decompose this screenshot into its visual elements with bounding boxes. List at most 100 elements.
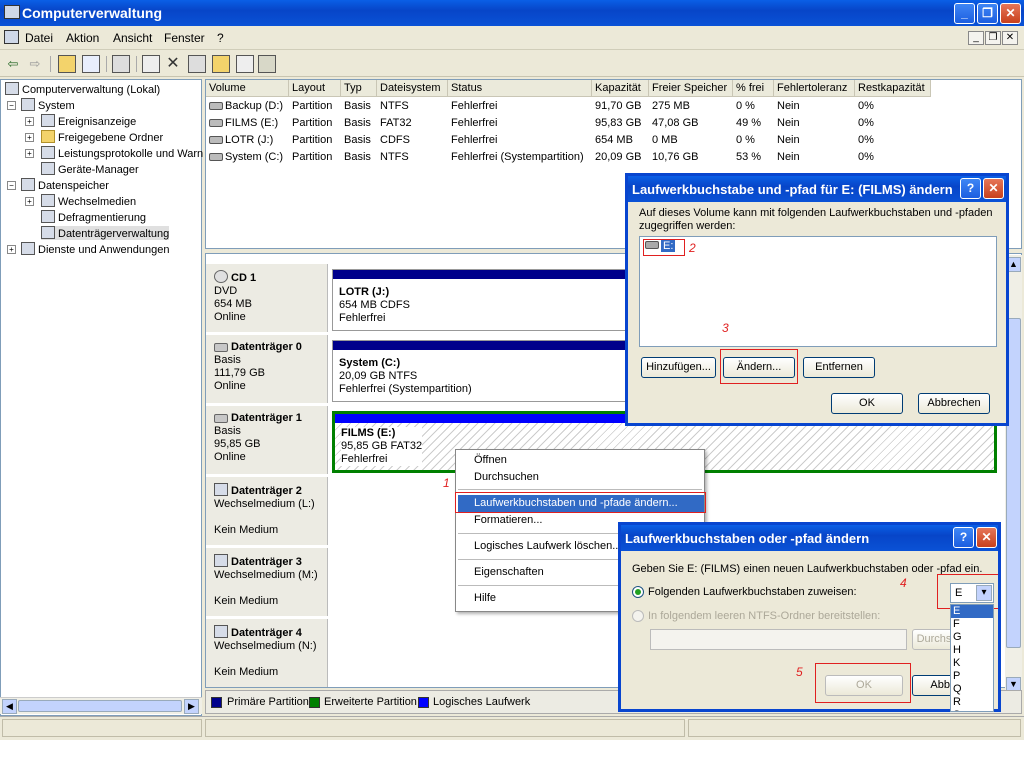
tree-item-wechselmedien[interactable]: Wechselmedien: [41, 194, 136, 208]
col-header[interactable]: Restkapazität: [855, 80, 931, 97]
menu-fenster[interactable]: Fenster: [164, 31, 205, 45]
help-icon[interactable]: ?: [960, 178, 981, 199]
volume-cell[interactable]: 91,70 GB: [592, 98, 649, 115]
volume-cell[interactable]: 20,09 GB: [592, 149, 649, 166]
col-header[interactable]: % frei: [733, 80, 774, 97]
mdi-close-button[interactable]: ✕: [1002, 31, 1018, 45]
drive-letter-option[interactable]: Q: [951, 683, 993, 696]
menu-item-durchsuchen[interactable]: Durchsuchen: [474, 471, 539, 483]
volume-cell[interactable]: 0 %: [733, 132, 774, 149]
radio-assign-letter[interactable]: [632, 586, 644, 598]
tree-root[interactable]: Computerverwaltung (Lokal): [5, 82, 160, 96]
volume-cell[interactable]: Fehlerfrei: [448, 98, 592, 115]
volume-cell[interactable]: 275 MB: [649, 98, 733, 115]
menu-item-eigenschaften[interactable]: Eigenschaften: [474, 566, 544, 578]
up-folder-icon[interactable]: [58, 55, 76, 73]
volume-cell[interactable]: 0%: [855, 98, 931, 115]
drive-letter-option[interactable]: P: [951, 670, 993, 683]
col-header[interactable]: Typ: [341, 80, 377, 97]
refresh-icon[interactable]: [142, 55, 160, 73]
close-icon[interactable]: ✕: [983, 178, 1004, 199]
properties-icon[interactable]: [112, 55, 130, 73]
menu-help[interactable]: ?: [217, 31, 224, 45]
volume-cell[interactable]: Nein: [774, 132, 855, 149]
restore-button[interactable]: ❐: [977, 3, 998, 24]
forward-icon[interactable]: ⇨: [26, 55, 44, 73]
tree-item-freigegebene-ordner[interactable]: Freigegebene Ordner: [41, 130, 163, 144]
menu-item-hilfe[interactable]: Hilfe: [474, 592, 496, 604]
tree-item-geraete-manager[interactable]: Geräte-Manager: [41, 162, 139, 176]
volume-cell[interactable]: Fehlerfrei: [448, 132, 592, 149]
volume-cell[interactable]: Partition: [289, 149, 341, 166]
expand-icon[interactable]: +: [25, 197, 34, 206]
scroll-right-icon[interactable]: ▶: [184, 699, 199, 714]
minimize-button[interactable]: _: [954, 3, 975, 24]
partition-system[interactable]: System (C:) 20,09 GB NTFS Fehlerfrei (Syst…: [332, 340, 632, 402]
drive-letter-list[interactable]: E: 2: [639, 236, 997, 347]
tree-item-leistungsprotokolle[interactable]: Leistungsprotokolle und Warn: [41, 146, 203, 160]
tree-horizontal-scrollbar[interactable]: ◀ ▶: [0, 697, 202, 714]
drive-letter-option[interactable]: H: [951, 644, 993, 657]
app-menu-icon[interactable]: [4, 30, 19, 44]
col-header[interactable]: Freier Speicher: [649, 80, 733, 97]
volume-cell[interactable]: CDFS: [377, 132, 448, 149]
drive-letter-option[interactable]: S: [951, 709, 993, 711]
help-icon[interactable]: ?: [953, 527, 974, 548]
volume-cell[interactable]: 53 %: [733, 149, 774, 166]
open-icon[interactable]: [212, 55, 230, 73]
volume-cell[interactable]: Fehlerfrei: [448, 115, 592, 132]
menu-aktion[interactable]: Aktion: [66, 31, 99, 45]
volume-cell[interactable]: Basis: [341, 98, 377, 115]
volume-cell[interactable]: Basis: [341, 115, 377, 132]
volume-cell[interactable]: Partition: [289, 132, 341, 149]
col-header[interactable]: Fehlertoleranz: [774, 80, 855, 97]
expand-icon[interactable]: +: [7, 245, 16, 254]
volume-cell[interactable]: NTFS: [377, 98, 448, 115]
cancel-button[interactable]: Abbrechen: [918, 393, 990, 414]
volume-cell[interactable]: 49 %: [733, 115, 774, 132]
volume-name[interactable]: System (C:): [222, 149, 289, 166]
volume-cell[interactable]: Fehlerfrei (Systempartition): [448, 149, 592, 166]
tree-item-system[interactable]: System: [21, 98, 75, 112]
remove-button[interactable]: Entfernen: [803, 357, 875, 378]
close-icon[interactable]: ✕: [976, 527, 997, 548]
drive-letter-option[interactable]: F: [951, 618, 993, 631]
mdi-minimize-button[interactable]: _: [968, 31, 984, 45]
volume-cell[interactable]: Nein: [774, 98, 855, 115]
menu-item-oeffnen[interactable]: Öffnen: [474, 454, 507, 466]
drive-letter-dropdown[interactable]: E ▾: [950, 583, 994, 603]
drive-letter-options-list[interactable]: EFGHKPQRS: [950, 604, 994, 712]
menu-ansicht[interactable]: Ansicht: [113, 31, 152, 45]
col-header[interactable]: Volume: [206, 80, 289, 97]
volume-cell[interactable]: FAT32: [377, 115, 448, 132]
volume-cell[interactable]: 0 MB: [649, 132, 733, 149]
collapse-icon[interactable]: −: [7, 181, 16, 190]
volume-cell[interactable]: Basis: [341, 149, 377, 166]
scroll-left-icon[interactable]: ◀: [2, 699, 17, 714]
back-icon[interactable]: ⇦: [4, 55, 22, 73]
settings-icon[interactable]: [258, 55, 276, 73]
drive-letter-option[interactable]: R: [951, 696, 993, 709]
drive-letter-option[interactable]: E: [951, 605, 993, 618]
menu-item-formatieren[interactable]: Formatieren...: [474, 514, 542, 526]
scroll-thumb[interactable]: [18, 700, 182, 712]
volume-cell[interactable]: 0%: [855, 149, 931, 166]
volume-cell[interactable]: 654 MB: [592, 132, 649, 149]
col-header[interactable]: Dateisystem: [377, 80, 448, 97]
partition-lotr[interactable]: LOTR (J:) 654 MB CDFS Fehlerfrei: [332, 269, 632, 331]
volume-name[interactable]: LOTR (J:): [222, 132, 289, 149]
ok-button[interactable]: OK: [831, 393, 903, 414]
tree-item-datentraegerverwaltung[interactable]: Datenträgerverwaltung: [41, 226, 170, 240]
volume-cell[interactable]: NTFS: [377, 149, 448, 166]
tree-item-defragmentierung[interactable]: Defragmentierung: [41, 210, 146, 224]
drive-letter-option[interactable]: G: [951, 631, 993, 644]
volume-cell[interactable]: Partition: [289, 115, 341, 132]
folder-path-input[interactable]: [650, 629, 907, 650]
col-header[interactable]: Kapazität: [592, 80, 649, 97]
properties2-icon[interactable]: [188, 55, 206, 73]
expand-icon[interactable]: +: [25, 149, 34, 158]
add-button[interactable]: Hinzufügen...: [641, 357, 716, 378]
chevron-down-icon[interactable]: ▾: [976, 585, 992, 601]
menu-datei[interactable]: Datei: [25, 31, 53, 45]
volume-cell[interactable]: Partition: [289, 98, 341, 115]
